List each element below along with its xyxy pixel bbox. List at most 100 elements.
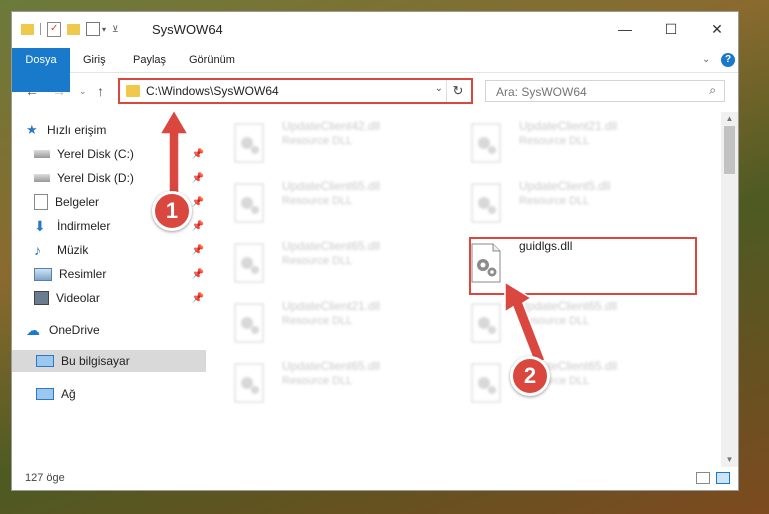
file-item[interactable]: UpdateClient65.dll Resource DLL xyxy=(234,239,434,283)
properties-icon[interactable]: ✓ xyxy=(47,21,61,37)
sidebar-item-label: Yerel Disk (D:) xyxy=(57,171,134,185)
file-description: Resource DLL xyxy=(282,135,353,147)
file-name: UpdateClient65.dll xyxy=(282,179,381,193)
refresh-icon[interactable]: ↻ xyxy=(446,80,469,102)
status-bar: 127 öge xyxy=(12,467,738,491)
file-item[interactable]: UpdateClient21.dll Resource DLL xyxy=(234,299,434,343)
view-options-icon[interactable] xyxy=(86,22,100,36)
close-button[interactable]: ✕ xyxy=(694,12,740,46)
file-description: Resource DLL xyxy=(282,255,353,267)
file-item[interactable]: UpdateClient42.dll Resource DLL xyxy=(234,119,434,163)
customize-qat-icon[interactable]: ⊻ xyxy=(112,24,119,35)
large-icons-view-icon[interactable] xyxy=(716,472,730,484)
help-icon[interactable]: ? xyxy=(721,53,735,67)
sidebar-item-label: OneDrive xyxy=(49,323,100,337)
search-icon: ⌕ xyxy=(709,83,716,97)
pin-icon[interactable]: 📌 xyxy=(192,293,204,304)
back-arrow-icon[interactable]: ← xyxy=(25,83,39,99)
maximize-button[interactable]: ☐ xyxy=(648,12,694,46)
sidebar-item-label: Yerel Disk (C:) xyxy=(57,147,134,161)
window-title: SysWOW64 xyxy=(152,22,223,37)
file-description: Resource DLL xyxy=(519,135,590,147)
up-arrow-icon[interactable]: ↑ xyxy=(97,83,104,99)
new-folder-icon[interactable] xyxy=(67,23,80,35)
file-name: UpdateClient5.dll xyxy=(519,179,611,193)
dll-file-icon xyxy=(234,243,264,283)
vertical-scrollbar[interactable]: ▲ ▼ xyxy=(721,112,738,467)
sidebar-item-label: Bu bilgisayar xyxy=(61,354,130,368)
drive-icon xyxy=(34,174,50,182)
dll-file-icon xyxy=(234,123,264,163)
sidebar-item-label: Videolar xyxy=(56,291,100,305)
ribbon-tabs: Dosya Giriş Paylaş Görünüm ⌄ ? xyxy=(12,48,738,92)
sidebar-item-label: İndirmeler xyxy=(57,219,111,233)
sidebar-item-music[interactable]: ♪ Müzik 📌 xyxy=(34,239,204,261)
file-description: Resource DLL xyxy=(282,195,353,207)
sidebar-item-label: Ağ xyxy=(61,387,76,401)
sidebar-item-label: Müzik xyxy=(57,243,89,257)
sidebar-item-onedrive[interactable]: ☁ OneDrive xyxy=(26,319,204,341)
sidebar-item-label: Belgeler xyxy=(55,195,100,209)
scrollbar-thumb[interactable] xyxy=(724,126,735,174)
callout-arrow-1 xyxy=(158,108,190,197)
details-view-icon[interactable] xyxy=(696,472,710,484)
file-item[interactable]: UpdateClient65.dll Resource DLL xyxy=(234,179,434,223)
address-bar[interactable]: C:\Windows\SysWOW64 ⌄ ↻ xyxy=(118,78,473,104)
explorer-window: ✓ ▾ ⊻ SysWOW64 — ☐ ✕ Dosya Giriş Paylaş … xyxy=(11,11,739,491)
pin-icon[interactable]: 📌 xyxy=(192,197,204,208)
navigation-bar: ← → ⌄ ↑ C:\Windows\SysWOW64 ⌄ ↻ ⌕ xyxy=(12,77,738,107)
scroll-up-icon[interactable]: ▲ xyxy=(721,112,738,126)
file-name: UpdateClient42.dll xyxy=(282,119,381,133)
folder-icon[interactable] xyxy=(21,23,34,35)
item-count: 127 öge xyxy=(25,472,65,484)
sidebar-item-this-pc[interactable]: Bu bilgisayar xyxy=(12,350,206,372)
sidebar-item-network[interactable]: Ağ xyxy=(36,383,204,405)
dll-file-icon xyxy=(471,183,501,223)
sidebar-item-videos[interactable]: Videolar 📌 xyxy=(34,287,204,309)
quick-access-toolbar: ✓ ▾ ⊻ xyxy=(21,21,119,37)
file-name: UpdateClient21.dll xyxy=(282,299,381,313)
dll-file-icon xyxy=(234,363,264,403)
address-path: C:\Windows\SysWOW64 xyxy=(146,84,279,98)
file-description: Resource DLL xyxy=(282,315,353,327)
cloud-icon: ☁ xyxy=(26,321,40,338)
pin-icon[interactable]: 📌 xyxy=(192,245,204,256)
chevron-down-icon[interactable]: ⌄ xyxy=(702,48,710,72)
file-item[interactable]: UpdateClient65.dll Resource DLL xyxy=(234,359,434,403)
dll-file-icon xyxy=(234,183,264,223)
file-item[interactable]: UpdateClient21.dll Resource DLL xyxy=(471,119,671,163)
pin-icon[interactable]: 📌 xyxy=(192,269,204,280)
file-item[interactable]: UpdateClient5.dll Resource DLL xyxy=(471,179,671,223)
file-name: UpdateClient21.dll xyxy=(519,119,618,133)
tab-share[interactable]: Paylaş xyxy=(133,48,166,72)
search-input[interactable] xyxy=(494,84,698,100)
minimize-button[interactable]: — xyxy=(602,12,648,46)
tab-home[interactable]: Giriş xyxy=(83,48,106,72)
dll-file-icon xyxy=(234,303,264,343)
file-description: Resource DLL xyxy=(282,375,353,387)
video-icon xyxy=(34,291,49,305)
recent-locations-icon[interactable]: ⌄ xyxy=(79,86,87,97)
pictures-icon xyxy=(34,267,52,281)
forward-arrow-icon[interactable]: → xyxy=(52,83,66,99)
document-icon xyxy=(34,194,48,210)
tab-view[interactable]: Görünüm xyxy=(189,48,235,72)
drive-icon xyxy=(34,150,50,158)
sidebar-item-label: Resimler xyxy=(59,267,107,281)
sidebar-item-pictures[interactable]: Resimler 📌 xyxy=(34,263,204,285)
file-description: Resource DLL xyxy=(519,195,590,207)
callout-badge-1: 1 xyxy=(152,191,192,231)
dll-file-icon xyxy=(471,123,501,163)
star-icon: ★ xyxy=(26,122,38,137)
file-name: UpdateClient65.dll xyxy=(282,359,381,373)
search-box[interactable]: ⌕ xyxy=(485,80,725,102)
pin-icon[interactable]: 📌 xyxy=(192,221,204,232)
title-bar: ✓ ▾ ⊻ SysWOW64 — ☐ ✕ xyxy=(12,12,738,46)
scroll-down-icon[interactable]: ▼ xyxy=(721,453,738,467)
chevron-down-icon[interactable]: ⌄ xyxy=(435,83,443,94)
callout-arrow-2 xyxy=(504,280,546,365)
chevron-down-icon[interactable]: ▾ xyxy=(102,25,106,34)
folder-icon xyxy=(126,85,140,97)
computer-icon xyxy=(36,355,54,367)
download-icon: ⬇ xyxy=(34,217,46,234)
